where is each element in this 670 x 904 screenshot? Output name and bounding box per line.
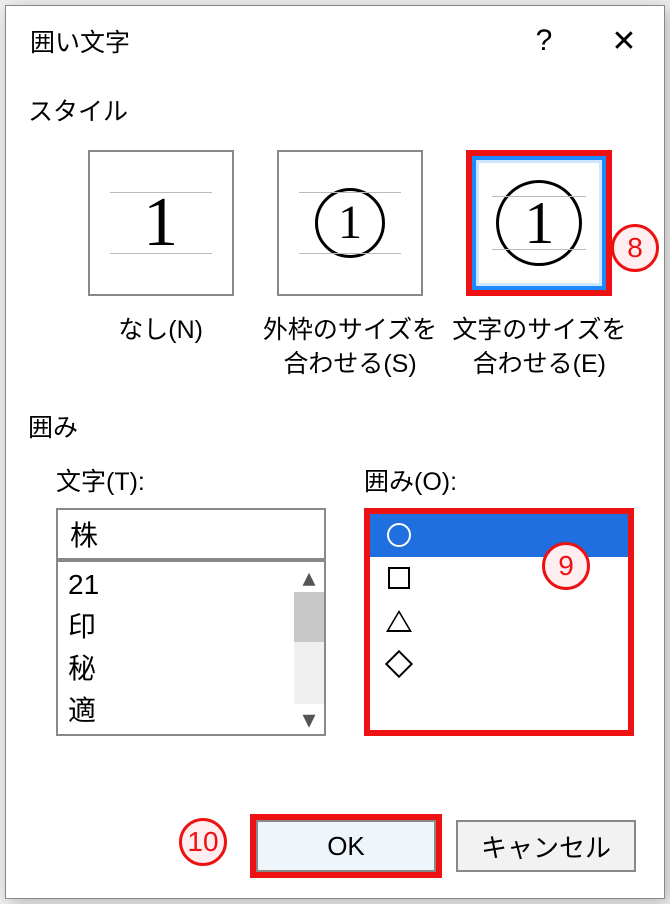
style-thumb-fit-char: 1 xyxy=(466,150,612,296)
diamond-icon xyxy=(384,649,414,679)
list-item[interactable]: 印 xyxy=(58,606,324,648)
char-listbox[interactable]: 21 印 秘 適 ▴ ▾ xyxy=(56,560,326,736)
style-label-fit-char: 文字のサイズを 合わせる(E) xyxy=(452,314,626,382)
shape-field-label: 囲み(O): xyxy=(364,462,634,498)
style-label-none: なし(N) xyxy=(118,314,203,348)
style-option-none[interactable]: 1 なし(N) xyxy=(66,150,255,382)
style-option-fit-frame[interactable]: 1 外枠のサイズを 合わせる(S) xyxy=(255,150,444,382)
list-item[interactable]: 適 xyxy=(58,690,324,732)
style-section-label: スタイル xyxy=(6,76,664,128)
style-option-fit-char[interactable]: 1 文字のサイズを 合わせる(E) xyxy=(445,150,634,382)
scrollbar[interactable]: ▴ ▾ xyxy=(294,562,324,734)
triangle-icon xyxy=(384,606,414,636)
dialog-title: 囲い文字 xyxy=(30,23,504,59)
close-icon: ✕ xyxy=(611,24,636,59)
enclosed-characters-dialog: 囲い文字 ? ✕ スタイル 1 なし(N) 1 外枠のサイズを 合わせる(S) xyxy=(5,5,665,899)
ok-button[interactable]: OK xyxy=(256,820,436,872)
close-button[interactable]: ✕ xyxy=(584,11,664,71)
scroll-thumb[interactable] xyxy=(294,592,324,642)
titlebar: 囲い文字 ? ✕ xyxy=(6,6,664,76)
cancel-button[interactable]: キャンセル xyxy=(456,820,636,872)
char-field-label: 文字(T): xyxy=(56,462,326,498)
char-input[interactable] xyxy=(56,508,326,560)
scroll-up-icon[interactable]: ▴ xyxy=(302,562,315,592)
enclose-section-label: 囲み xyxy=(6,392,664,444)
style-label-fit-frame: 外枠のサイズを 合わせる(S) xyxy=(263,314,437,382)
list-item[interactable]: 秘 xyxy=(58,648,324,690)
callout-8: 8 xyxy=(611,224,659,272)
callout-10: 10 xyxy=(179,818,227,866)
shape-option-triangle[interactable] xyxy=(370,600,628,643)
shape-listbox[interactable] xyxy=(364,508,634,736)
circle-icon: 1 xyxy=(496,180,582,266)
help-button[interactable]: ? xyxy=(504,11,584,71)
scroll-down-icon[interactable]: ▾ xyxy=(302,704,315,734)
circle-icon: 1 xyxy=(315,188,385,258)
style-options: 1 なし(N) 1 外枠のサイズを 合わせる(S) 1 xyxy=(6,128,664,392)
style-thumb-none: 1 xyxy=(88,150,234,296)
callout-9: 9 xyxy=(542,542,590,590)
list-item[interactable]: 21 xyxy=(58,564,324,606)
shape-option-circle[interactable] xyxy=(370,514,628,557)
circle-icon xyxy=(384,520,414,550)
shape-option-diamond[interactable] xyxy=(370,643,628,686)
square-icon xyxy=(384,563,414,593)
style-thumb-fit-frame: 1 xyxy=(277,150,423,296)
